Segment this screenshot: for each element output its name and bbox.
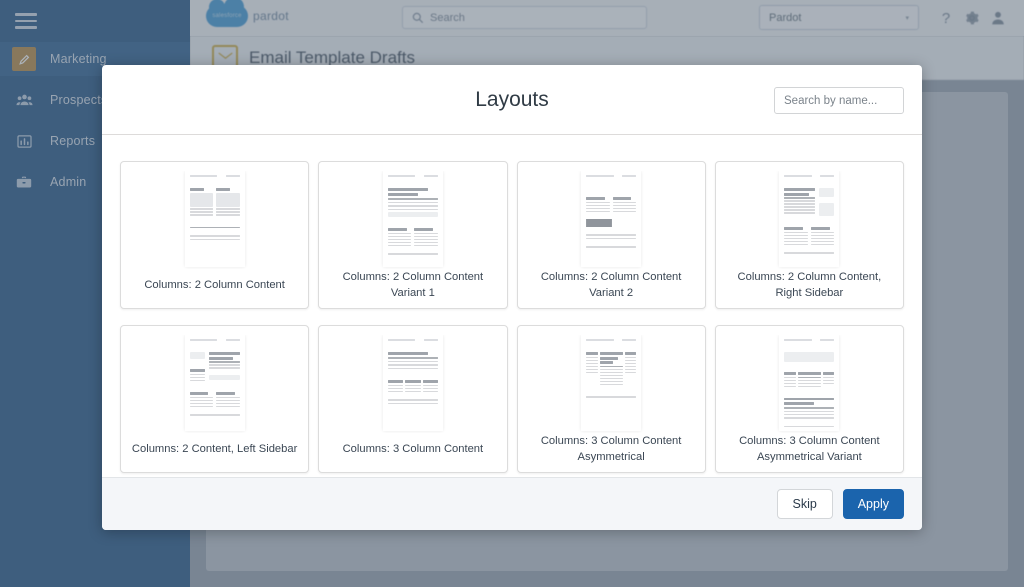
layouts-grid-container: Columns: 2 Column Content Columns: 2 Col… [102, 135, 922, 477]
layouts-modal: Layouts Search by name... Columns: 2 Col… [102, 65, 922, 530]
layout-thumbnail [327, 171, 498, 269]
layout-card-label: Columns: 2 Column Content Variant 2 [540, 271, 682, 299]
layout-card[interactable]: Columns: 2 Content, Left Sidebar [120, 325, 310, 473]
layout-thumbnail [129, 171, 300, 269]
layout-card-label: Columns: 3 Column Content [342, 442, 484, 455]
layout-card[interactable]: Columns: 2 Column Content [120, 161, 310, 309]
layout-card-label: Columns: 2 Column Content Variant 1 [342, 271, 484, 299]
layout-thumbnail [724, 335, 895, 433]
layout-thumbnail [327, 335, 498, 433]
layout-card[interactable]: Columns: 3 Column Content [318, 325, 508, 473]
layout-thumbnail [129, 335, 300, 433]
layout-card[interactable]: Columns: 2 Column Content Variant 1 [318, 161, 508, 309]
layout-card[interactable]: Columns: 3 Column Content Asymmetrical V… [714, 325, 904, 473]
layout-card-label: Columns: 3 Column Content Asymmetrical V… [739, 435, 880, 463]
modal-footer: Skip Apply [102, 477, 922, 530]
layout-card-label: Columns: 2 Column Content, Right Sidebar [737, 271, 882, 299]
apply-button[interactable]: Apply [842, 489, 904, 519]
layout-card[interactable]: Columns: 3 Column Content Asymmetrical [516, 325, 706, 473]
layout-card-label: Columns: 2 Column Content [144, 278, 285, 291]
layout-thumbnail [526, 171, 697, 269]
layout-card[interactable]: Columns: 2 Column Content Variant 2 [516, 161, 706, 309]
layout-thumbnail [526, 335, 697, 433]
skip-button[interactable]: Skip [776, 489, 833, 519]
modal-title: Layouts [475, 87, 549, 111]
layout-thumbnail [724, 171, 895, 269]
layout-card-label: Columns: 3 Column Content Asymmetrical [540, 435, 682, 463]
search-by-name-input[interactable] [774, 87, 904, 114]
layout-card[interactable]: Columns: 2 Column Content, Right Sidebar [714, 161, 904, 309]
layouts-grid: Columns: 2 Column Content Columns: 2 Col… [120, 161, 904, 473]
modal-header: Layouts [102, 65, 922, 135]
layout-card-label: Columns: 2 Content, Left Sidebar [131, 442, 298, 455]
